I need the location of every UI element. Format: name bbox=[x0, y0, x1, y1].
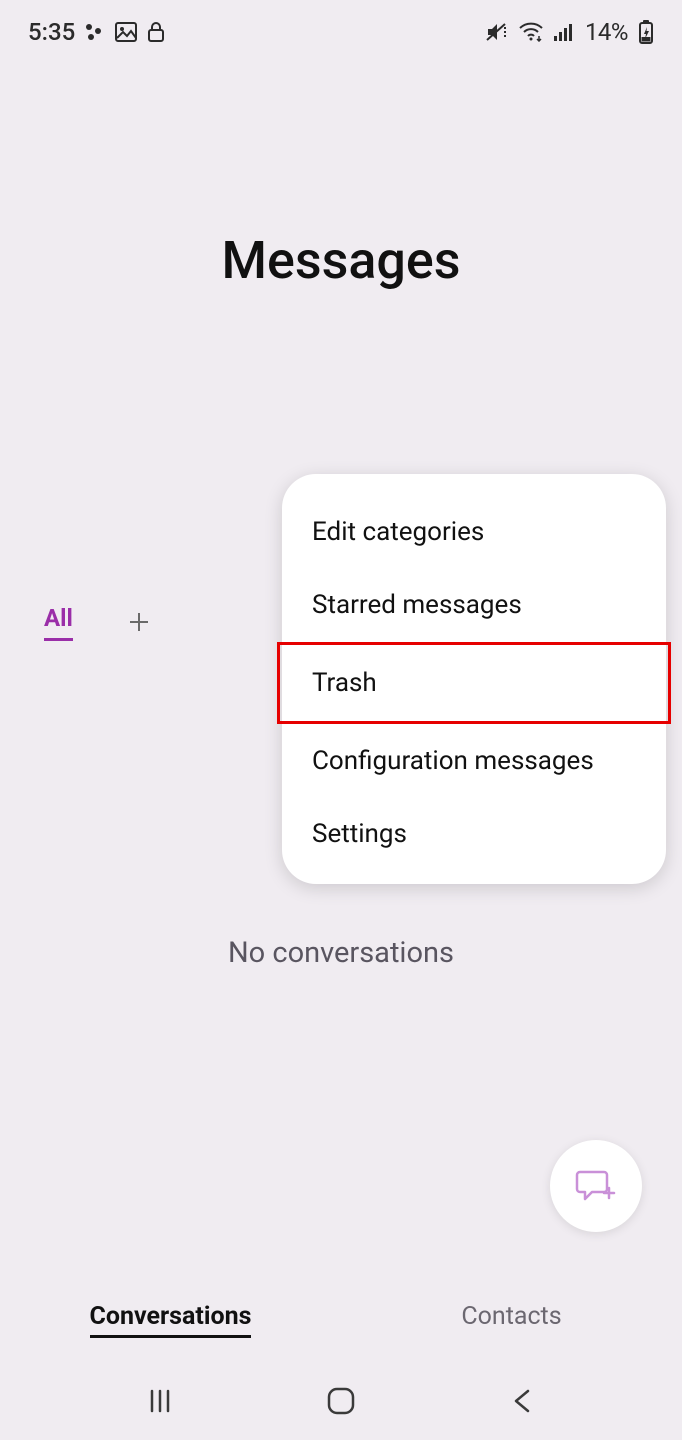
compose-icon bbox=[574, 1164, 618, 1208]
status-bar: 5:35 14% bbox=[0, 0, 682, 64]
status-time: 5:35 bbox=[28, 18, 75, 46]
battery-charging-icon bbox=[638, 20, 654, 44]
status-right: 14% bbox=[485, 18, 654, 46]
nav-back-button[interactable] bbox=[503, 1382, 541, 1420]
empty-state-text: No conversations bbox=[0, 936, 682, 970]
tab-contacts[interactable]: Contacts bbox=[341, 1302, 682, 1331]
menu-item-trash[interactable]: Trash bbox=[277, 642, 671, 724]
plus-icon bbox=[127, 610, 151, 634]
add-category-button[interactable] bbox=[127, 610, 151, 634]
page-title: Messages bbox=[0, 230, 682, 291]
nav-recents-button[interactable] bbox=[141, 1382, 179, 1420]
back-icon bbox=[510, 1387, 534, 1415]
recents-icon bbox=[146, 1387, 174, 1415]
overflow-menu: Edit categories Starred messages Trash C… bbox=[282, 474, 666, 884]
wifi-icon bbox=[519, 22, 543, 42]
lock-icon bbox=[147, 21, 165, 43]
tab-all[interactable]: All bbox=[44, 604, 73, 641]
signal-icon bbox=[553, 22, 575, 42]
mute-vibrate-icon bbox=[485, 21, 509, 43]
home-icon bbox=[326, 1386, 356, 1416]
menu-item-starred-messages[interactable]: Starred messages bbox=[282, 569, 666, 642]
bottom-tab-bar: Conversations Contacts bbox=[0, 1288, 682, 1344]
menu-item-configuration-messages[interactable]: Configuration messages bbox=[282, 724, 666, 797]
status-left: 5:35 bbox=[28, 18, 165, 46]
tab-conversations[interactable]: Conversations bbox=[0, 1302, 341, 1331]
accessibility-icon bbox=[85, 22, 105, 42]
menu-item-settings[interactable]: Settings bbox=[282, 797, 666, 870]
tab-contacts-label: Contacts bbox=[461, 1302, 561, 1331]
menu-item-edit-categories[interactable]: Edit categories bbox=[282, 496, 666, 569]
system-nav-bar bbox=[0, 1362, 682, 1440]
tab-conversations-label: Conversations bbox=[90, 1302, 252, 1338]
battery-percent: 14% bbox=[585, 18, 628, 46]
photo-icon bbox=[115, 21, 137, 43]
nav-home-button[interactable] bbox=[322, 1382, 360, 1420]
compose-button[interactable] bbox=[550, 1140, 642, 1232]
